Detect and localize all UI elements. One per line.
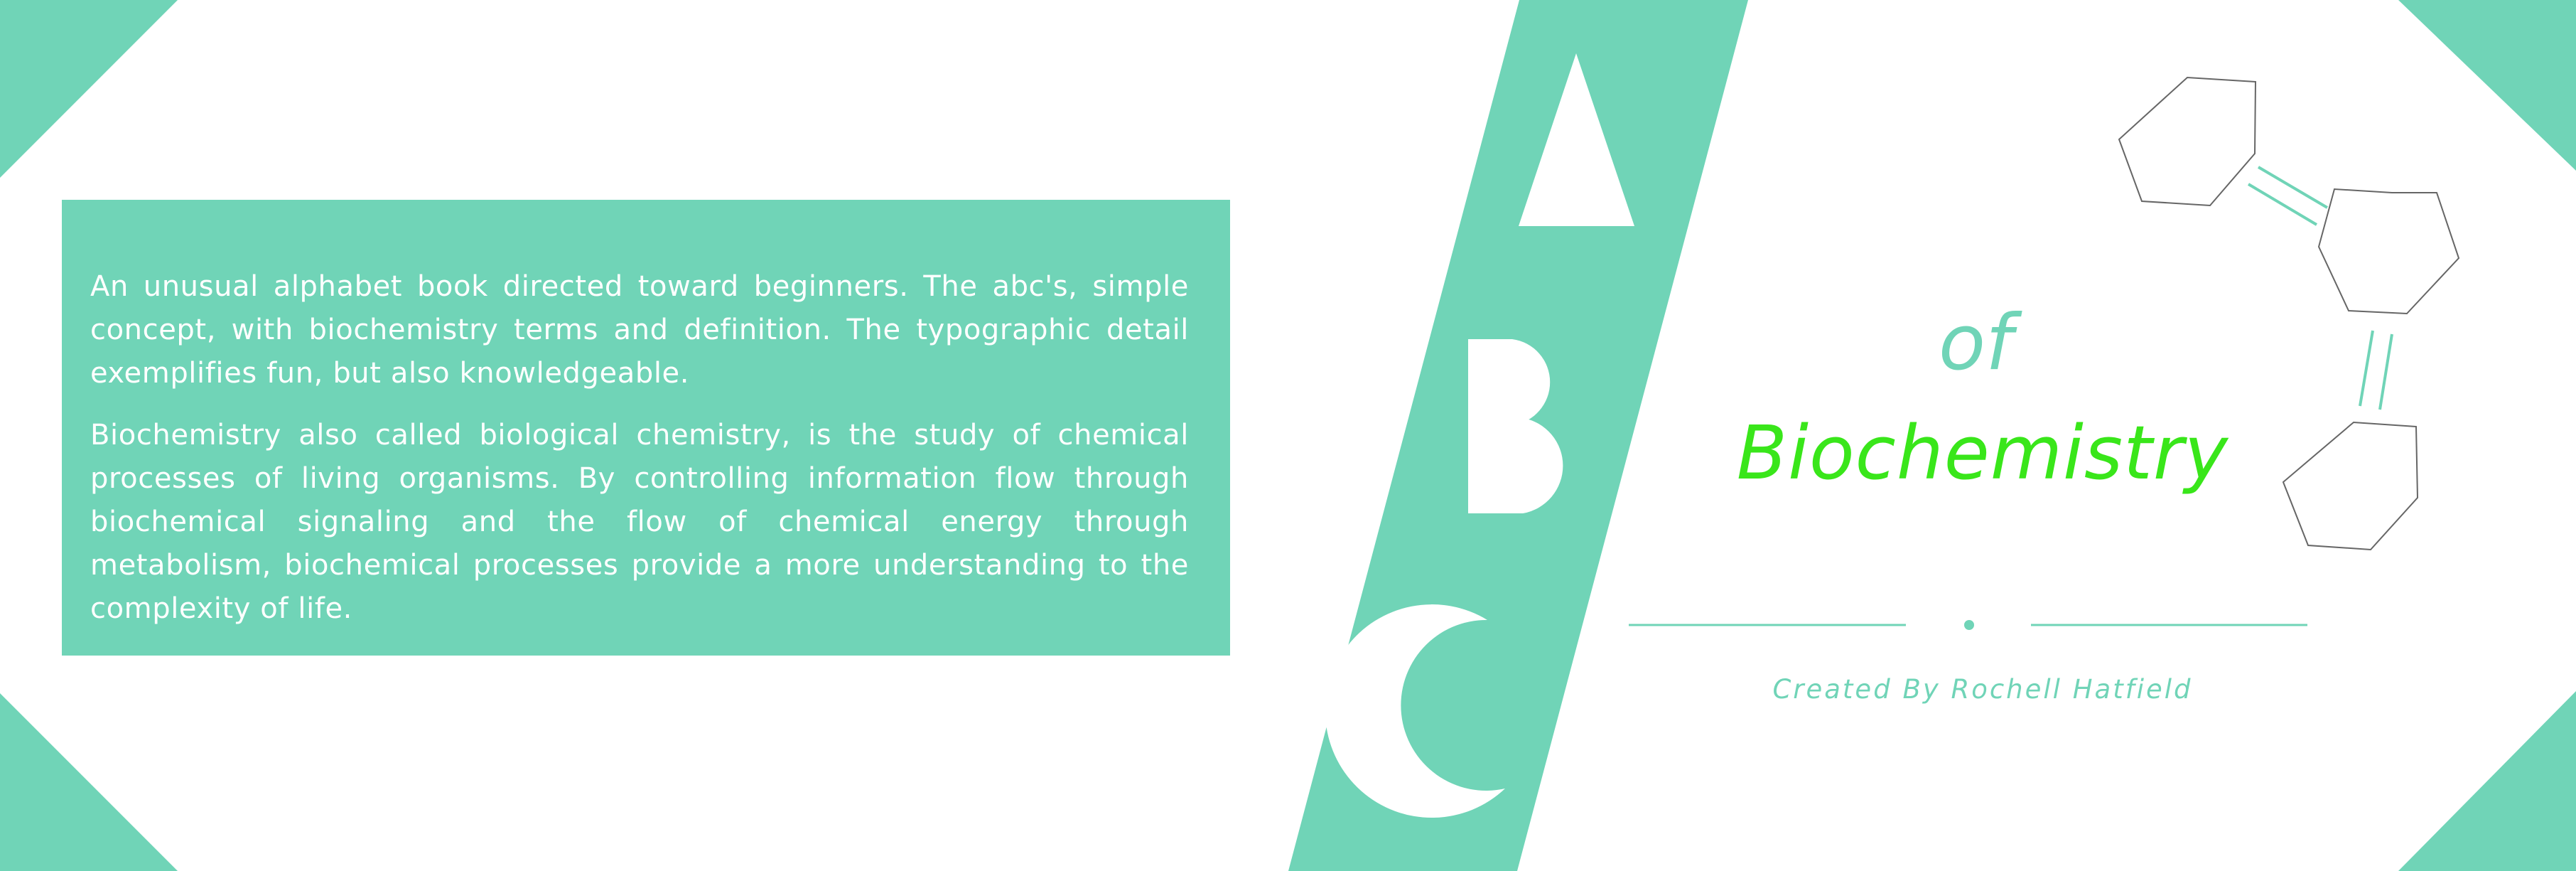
hexagon-top [2118,76,2257,207]
description-paragraph-2: Biochemistry also called biological chem… [90,419,1189,625]
divider-dot [1964,620,1974,630]
hexagon-bottom [2282,421,2419,551]
bond-line-1a [2257,166,2329,209]
title-biochemistry: Biochemistry [1736,410,2229,496]
bond-line-1b [2247,183,2318,226]
bond-line-2a [2359,330,2374,407]
description-panel: An unusual alphabet book directed toward… [62,200,1230,656]
title-of: of [1938,299,2013,388]
corner-triangle-top-right [2398,0,2576,171]
author-credit: Created By Rochell Hatfield [1772,674,2193,705]
corner-triangle-bottom-left [0,693,178,871]
corner-triangle-top-left [0,0,178,178]
description-paragraph-1: An unusual alphabet book directed toward… [90,270,1189,390]
bond-line-2b [2378,333,2393,410]
corner-triangle-bottom-right [2398,691,2576,871]
hexagon-middle [2317,188,2460,315]
